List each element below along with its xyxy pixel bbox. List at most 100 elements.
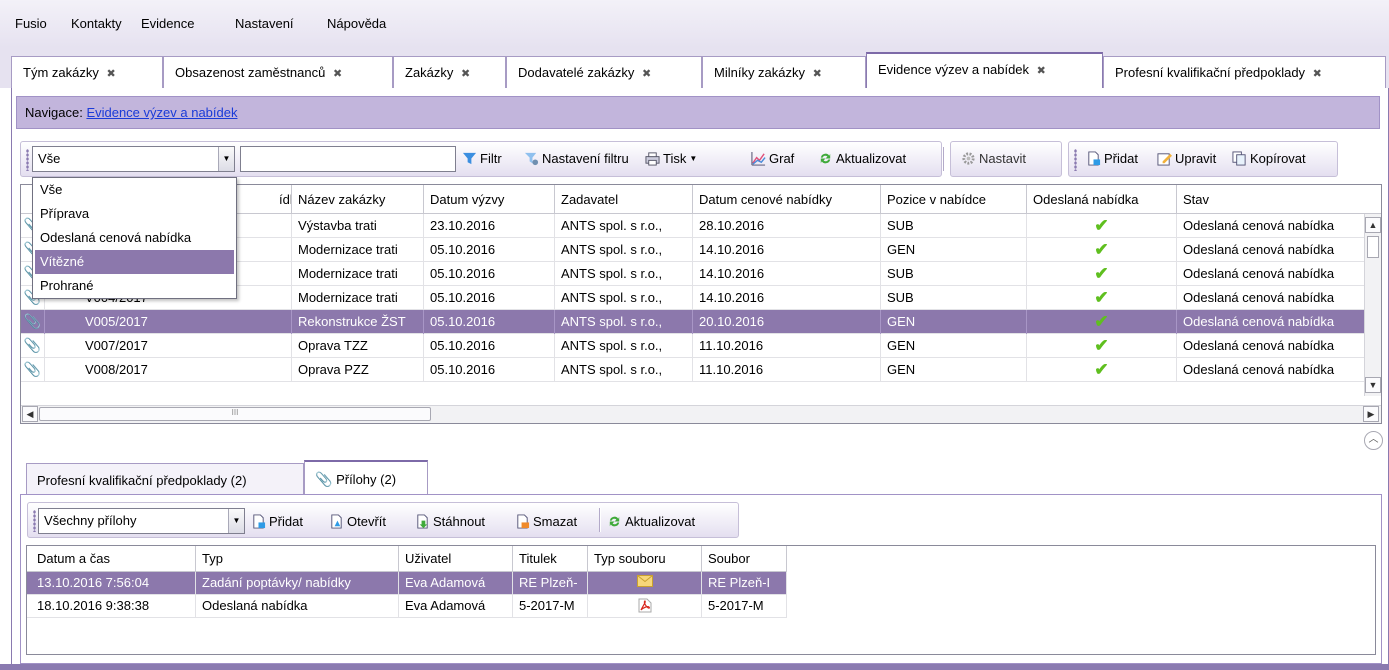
column-header-offer-date[interactable]: Datum cenové nabídky (693, 185, 881, 214)
table-row[interactable]: 18.10.2016 9:38:38 Odeslaná nabídka Eva Ad… (27, 595, 787, 618)
cell-offer-date: 11.10.2016 (693, 358, 881, 382)
column-header-type[interactable]: Typ (196, 546, 399, 572)
attachment-add-button[interactable]: Přidat (251, 514, 303, 529)
dropdown-option[interactable]: Vše (35, 178, 234, 202)
cell-status: Odeslaná cenová nabídka (1177, 334, 1367, 358)
vertical-scrollbar[interactable]: ▲ ▼ (1364, 214, 1381, 396)
column-header-position[interactable]: Pozice v nabídce (881, 185, 1027, 214)
toolbar-grip[interactable] (26, 149, 29, 171)
cell-position: GEN (881, 310, 1027, 334)
column-header-submitter[interactable]: Zadavatel (555, 185, 693, 214)
scroll-down-icon[interactable]: ▼ (1365, 377, 1381, 393)
horizontal-scrollbar[interactable]: ◀ III ▶ (21, 405, 1381, 423)
scroll-left-icon[interactable]: ◀ (22, 406, 38, 422)
menu-fusio[interactable]: Fusio (15, 16, 47, 31)
column-header-datetime[interactable]: Datum a čas (27, 546, 196, 572)
dropdown-option[interactable]: Příprava (35, 202, 234, 226)
filter-settings-label: Nastavení filtru (542, 151, 629, 166)
scroll-up-icon[interactable]: ▲ (1365, 217, 1381, 233)
toolbar-grip[interactable] (33, 510, 36, 532)
tab-milniky[interactable]: Milníky zakázky ✖ (702, 56, 866, 88)
close-icon[interactable]: ✖ (1313, 68, 1322, 80)
scroll-thumb[interactable]: III (39, 407, 431, 421)
chevron-down-icon[interactable]: ▼ (218, 147, 234, 171)
cell-name: Modernizace trati (292, 286, 424, 310)
filter-combo[interactable]: Vše ▼ (32, 146, 235, 172)
menu-evidence[interactable]: Evidence (141, 16, 194, 31)
attachment-refresh-button[interactable]: Aktualizovat (607, 514, 695, 529)
tab-label: Tým zakázky (23, 65, 99, 80)
cell-call-date: 05.10.2016 (424, 238, 555, 262)
table-row[interactable]: 📎 V005/2017 Rekonstrukce ŽST 05.10.2016 ANTS… (21, 310, 1367, 334)
checkmark-icon: ✔ (1027, 238, 1177, 262)
print-button[interactable]: Tisk ▼ (645, 151, 697, 166)
cell-status: Odeslaná cenová nabídka (1177, 286, 1367, 310)
collapse-panel-button[interactable]: ︿ (1364, 431, 1383, 450)
menu-napoveda[interactable]: Nápověda (327, 16, 386, 31)
attachment-open-button[interactable]: Otevřít (329, 514, 386, 529)
refresh-label: Aktualizovat (836, 151, 907, 166)
tab-profesni[interactable]: Profesní kvalifikační předpoklady ✖ (1103, 56, 1386, 88)
toolbar-grip[interactable] (1074, 149, 1077, 171)
filter-text-input[interactable] (240, 146, 456, 172)
attachment-download-button[interactable]: Stáhnout (415, 514, 485, 529)
column-header-call-date[interactable]: Datum výzvy (424, 185, 555, 214)
column-header-status[interactable]: Stav (1177, 185, 1381, 214)
edit-button[interactable]: Upravit (1157, 151, 1216, 166)
tab-dodavatele[interactable]: Dodavatelé zakázky ✖ (506, 56, 702, 88)
cell-submitter: ANTS spol. s r.o., (555, 334, 693, 358)
close-icon[interactable]: ✖ (642, 68, 651, 80)
checkmark-icon: ✔ (1027, 334, 1177, 358)
tab-zakazky[interactable]: Zakázky ✖ (393, 56, 506, 88)
attachments-filter-combo[interactable]: Všechny přílohy ▼ (38, 508, 245, 534)
column-header-sent[interactable]: Odeslaná nabídka (1027, 185, 1177, 214)
column-header-name[interactable]: Název zakázky (292, 185, 424, 214)
cell-offer-date: 14.10.2016 (693, 286, 881, 310)
chevron-down-icon[interactable]: ▼ (689, 154, 697, 163)
close-icon[interactable]: ✖ (1037, 65, 1046, 77)
attachment-delete-button[interactable]: Smazat (515, 514, 577, 529)
menu-nastaveni[interactable]: Nastavení (235, 16, 294, 31)
cell-name: Modernizace trati (292, 262, 424, 286)
close-icon[interactable]: ✖ (106, 68, 115, 80)
refresh-icon (609, 516, 620, 527)
column-header-user[interactable]: Uživatel (399, 546, 513, 572)
cell-offer-date: 14.10.2016 (693, 238, 881, 262)
breadcrumb-link[interactable]: Evidence výzev a nabídek (86, 105, 237, 120)
checkmark-icon: ✔ (1027, 310, 1177, 334)
column-header-filetype[interactable]: Typ souboru (588, 546, 702, 572)
tab-prilohy[interactable]: 📎 Přílohy (2) (304, 460, 428, 495)
filter-settings-button[interactable]: Nastavení filtru (524, 151, 629, 166)
chevron-down-icon[interactable]: ▼ (228, 509, 244, 533)
table-row[interactable]: 📎 V007/2017 Oprava TZZ 05.10.2016 ANTS spol.… (21, 334, 1367, 358)
close-icon[interactable]: ✖ (461, 68, 470, 80)
checkmark-icon: ✔ (1027, 286, 1177, 310)
chart-button[interactable]: Graf (751, 151, 794, 166)
refresh-button[interactable]: Aktualizovat (818, 151, 906, 166)
tab-profesni-kvalifikacni[interactable]: Profesní kvalifikační předpoklady (2) (26, 463, 304, 495)
column-header-file[interactable]: Soubor (702, 546, 787, 572)
tab-tym-zakazky[interactable]: Tým zakázky ✖ (11, 56, 163, 88)
scroll-thumb[interactable] (1367, 236, 1379, 258)
cell-position: GEN (881, 358, 1027, 382)
tab-obsazenost[interactable]: Obsazenost zaměstnanců ✖ (163, 56, 393, 88)
dropdown-option[interactable]: Odeslaná cenová nabídka (35, 226, 234, 250)
dropdown-option[interactable]: Vítězné (35, 250, 234, 274)
filter-button[interactable]: Filtr (462, 151, 502, 166)
close-icon[interactable]: ✖ (333, 68, 342, 80)
scroll-right-icon[interactable]: ▶ (1363, 406, 1379, 422)
close-icon[interactable]: ✖ (813, 68, 822, 80)
settings-button[interactable]: Nastavit (961, 151, 1026, 166)
checkmark-icon: ✔ (1027, 262, 1177, 286)
toolbar-separator (943, 147, 945, 171)
filter-dropdown-list: Vše Příprava Odeslaná cenová nabídka Vít… (32, 177, 237, 299)
copy-button[interactable]: Kopírovat (1232, 151, 1306, 166)
table-row[interactable]: 📎 V008/2017 Oprava PZZ 05.10.2016 ANTS spol.… (21, 358, 1367, 382)
menu-kontakty[interactable]: Kontakty (71, 16, 122, 31)
column-header-title[interactable]: Titulek (513, 546, 588, 572)
add-button[interactable]: Přidat (1086, 151, 1138, 166)
cell-user: Eva Adamová (399, 572, 513, 595)
dropdown-option[interactable]: Prohrané (35, 274, 234, 298)
table-row[interactable]: 13.10.2016 7:56:04 Zadání poptávky/ nabíd… (27, 572, 787, 595)
tab-evidence-vyzev[interactable]: Evidence výzev a nabídek ✖ (866, 52, 1103, 89)
